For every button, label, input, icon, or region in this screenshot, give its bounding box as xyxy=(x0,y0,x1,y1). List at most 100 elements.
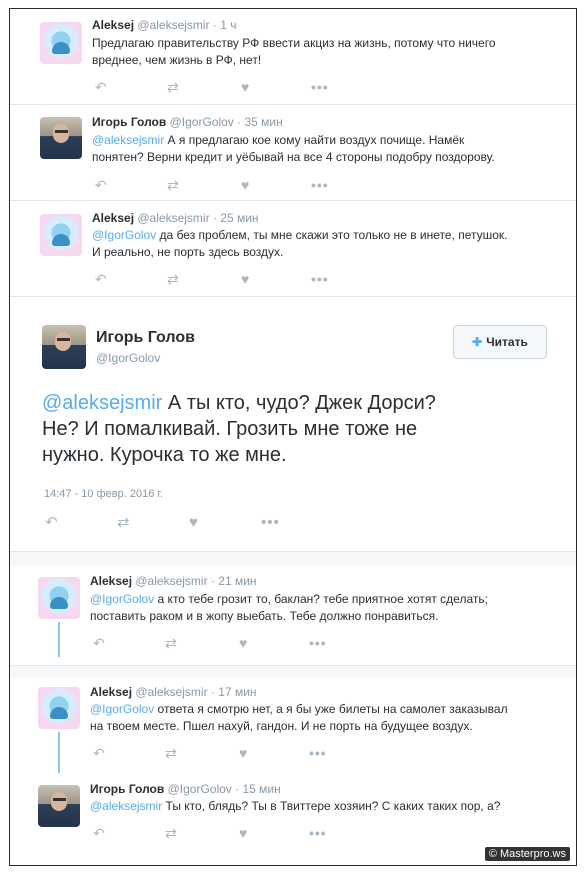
reply-icon[interactable]: ↶ xyxy=(95,177,107,193)
reply-icon[interactable]: ↶ xyxy=(45,515,58,531)
tweet-text-line: Ты кто, блядь? Ты в Твиттере хозяин? С к… xyxy=(162,799,501,813)
reply-icon[interactable]: ↶ xyxy=(93,745,105,761)
tweet-text: @aleksejsmir А я предлагаю кое кому найт… xyxy=(92,132,495,166)
thread-line xyxy=(58,622,60,657)
author-name[interactable]: Aleksej xyxy=(92,211,134,225)
tweet-1[interactable]: Aleksej @aleksejsmir · 1 ч Предлагаю пра… xyxy=(10,9,576,105)
author-name[interactable]: Игорь Голов xyxy=(96,329,195,347)
author-handle[interactable]: @IgorGolov xyxy=(168,782,232,796)
like-icon[interactable]: ♥ xyxy=(239,745,247,761)
retweet-icon[interactable]: ⇄ xyxy=(167,177,179,193)
tweet-text-line: Предлагаю правительству РФ ввести акциз … xyxy=(92,36,496,50)
tweet-text: @aleksejsmir Ты кто, блядь? Ты в Твиттер… xyxy=(90,798,500,815)
author-name[interactable]: Aleksej xyxy=(90,685,132,699)
tweet-text: Предлагаю правительству РФ ввести акциз … xyxy=(92,35,496,69)
tweet-text-line: поставить раком и в жопу выебать. Тебе д… xyxy=(90,609,439,623)
more-icon[interactable]: ••• xyxy=(309,635,327,651)
tweet-text-line: Не? И помалкивай. Грозить мне тоже не xyxy=(42,418,418,440)
tweet-text: @IgorGolov ответа я смотрю нет, а я бы у… xyxy=(90,701,508,735)
follow-button[interactable]: ✚ Читать xyxy=(453,325,547,359)
avatar[interactable] xyxy=(38,687,80,729)
separator-dot: · xyxy=(210,574,215,588)
avatar[interactable] xyxy=(42,325,86,369)
like-icon[interactable]: ♥ xyxy=(189,515,198,531)
mention-link[interactable]: @IgorGolov xyxy=(90,702,154,716)
tweet-timestamp[interactable]: 14:47 - 10 февр. 2016 г. xyxy=(44,488,163,500)
tweet-text: @IgorGolov да без проблем, ты мне скажи … xyxy=(92,227,508,261)
tweet-text-line: А я предлагаю кое кому найти воздух почи… xyxy=(164,133,465,147)
retweet-icon[interactable]: ⇄ xyxy=(165,825,177,841)
mention-link[interactable]: @IgorGolov xyxy=(92,228,156,242)
more-icon[interactable]: ••• xyxy=(311,79,329,95)
reply-icon[interactable]: ↶ xyxy=(95,271,107,287)
more-icon[interactable]: ••• xyxy=(311,177,329,193)
main-tweet-text: @aleksejsmir А ты кто, чудо? Джек Дорси?… xyxy=(42,390,542,468)
author-handle[interactable]: @aleksejsmir xyxy=(137,18,209,32)
more-icon[interactable]: ••• xyxy=(309,825,327,841)
tweet-time[interactable]: 25 мин xyxy=(220,211,258,225)
author-name[interactable]: Aleksej xyxy=(90,574,132,588)
tweet-3[interactable]: Aleksej @aleksejsmir · 25 мин @IgorGolov… xyxy=(10,201,576,297)
tweet-text-line: нужно. Курочка то же мне. xyxy=(42,444,287,466)
mention-link[interactable]: @IgorGolov xyxy=(90,592,154,606)
like-icon[interactable]: ♥ xyxy=(239,635,247,651)
tweet-5[interactable]: Aleksej @aleksejsmir · 17 мин @IgorGolov… xyxy=(10,677,576,787)
retweet-icon[interactable]: ⇄ xyxy=(167,79,179,95)
tweet-6[interactable]: Игорь Голов @IgorGolov · 15 мин @aleksej… xyxy=(10,773,576,865)
author-handle[interactable]: @IgorGolov xyxy=(96,351,160,365)
tweet-text-line: вреднее, чем жизнь в РФ, нет! xyxy=(92,53,262,67)
tweet-text-line: ответа я смотрю нет, а я бы уже билеты н… xyxy=(154,702,508,716)
tweet-text-line: И реально, не порть здесь воздух. xyxy=(92,245,284,259)
author-handle[interactable]: @IgorGolov xyxy=(170,115,234,129)
tweet-time[interactable]: 1 ч xyxy=(220,18,236,32)
like-icon[interactable]: ♥ xyxy=(241,177,249,193)
retweet-icon[interactable]: ⇄ xyxy=(165,745,177,761)
like-icon[interactable]: ♥ xyxy=(241,271,249,287)
avatar[interactable] xyxy=(38,785,80,827)
like-icon[interactable]: ♥ xyxy=(239,825,247,841)
tweet-time[interactable]: 21 мин xyxy=(218,574,256,588)
main-tweet[interactable]: Игорь Голов @IgorGolov ✚ Читать @aleksejs… xyxy=(10,297,576,552)
avatar[interactable] xyxy=(38,577,80,619)
more-icon[interactable]: ••• xyxy=(261,515,280,531)
reply-icon[interactable]: ↶ xyxy=(93,635,105,651)
tweet-4[interactable]: Aleksej @aleksejsmir · 21 мин @IgorGolov… xyxy=(10,565,576,666)
watermark: © Masterpro.ws xyxy=(484,847,570,861)
tweet-2[interactable]: Игорь Голов @IgorGolov · 35 мин @aleksej… xyxy=(10,105,576,201)
tweet-time[interactable]: 15 мин xyxy=(243,782,281,796)
avatar[interactable] xyxy=(40,117,82,159)
avatar[interactable] xyxy=(40,22,82,64)
tweet-text-line: на твоем месте. Пшел нахуй, гандон. И не… xyxy=(90,719,473,733)
author-handle[interactable]: @aleksejsmir xyxy=(135,574,207,588)
mention-link[interactable]: @aleksejsmir xyxy=(42,392,162,414)
follow-label: Читать xyxy=(486,335,528,349)
separator-dot: · xyxy=(235,782,240,796)
separator-dot: · xyxy=(210,685,215,699)
mention-link[interactable]: @aleksejsmir xyxy=(92,133,164,147)
tweet-text-line: а кто тебе грозит то, баклан? тебе прият… xyxy=(154,592,488,606)
retweet-icon[interactable]: ⇄ xyxy=(117,515,130,531)
tweet-text-line: понятен? Верни кредит и уёбывай на все 4… xyxy=(92,150,495,164)
reply-icon[interactable]: ↶ xyxy=(95,79,107,95)
like-icon[interactable]: ♥ xyxy=(241,79,249,95)
author-name[interactable]: Игорь Голов xyxy=(90,782,164,796)
separator-dot: · xyxy=(212,211,217,225)
person-plus-icon: ✚ xyxy=(472,335,483,349)
more-icon[interactable]: ••• xyxy=(311,271,329,287)
avatar[interactable] xyxy=(40,214,82,256)
more-icon[interactable]: ••• xyxy=(309,745,327,761)
separator-dot: · xyxy=(237,115,242,129)
author-name[interactable]: Aleksej xyxy=(92,18,134,32)
retweet-icon[interactable]: ⇄ xyxy=(165,635,177,651)
mention-link[interactable]: @aleksejsmir xyxy=(90,799,162,813)
retweet-icon[interactable]: ⇄ xyxy=(167,271,179,287)
author-handle[interactable]: @aleksejsmir xyxy=(137,211,209,225)
tweet-time[interactable]: 35 мин xyxy=(245,115,283,129)
author-name[interactable]: Игорь Голов xyxy=(92,115,166,129)
author-handle[interactable]: @aleksejsmir xyxy=(135,685,207,699)
conversation-frame: Aleksej @aleksejsmir · 1 ч Предлагаю пра… xyxy=(9,8,577,866)
separator-dot: · xyxy=(212,18,217,32)
tweet-time[interactable]: 17 мин xyxy=(218,685,256,699)
reply-icon[interactable]: ↶ xyxy=(93,825,105,841)
tweet-text-line: да без проблем, ты мне скажи это только … xyxy=(156,228,508,242)
